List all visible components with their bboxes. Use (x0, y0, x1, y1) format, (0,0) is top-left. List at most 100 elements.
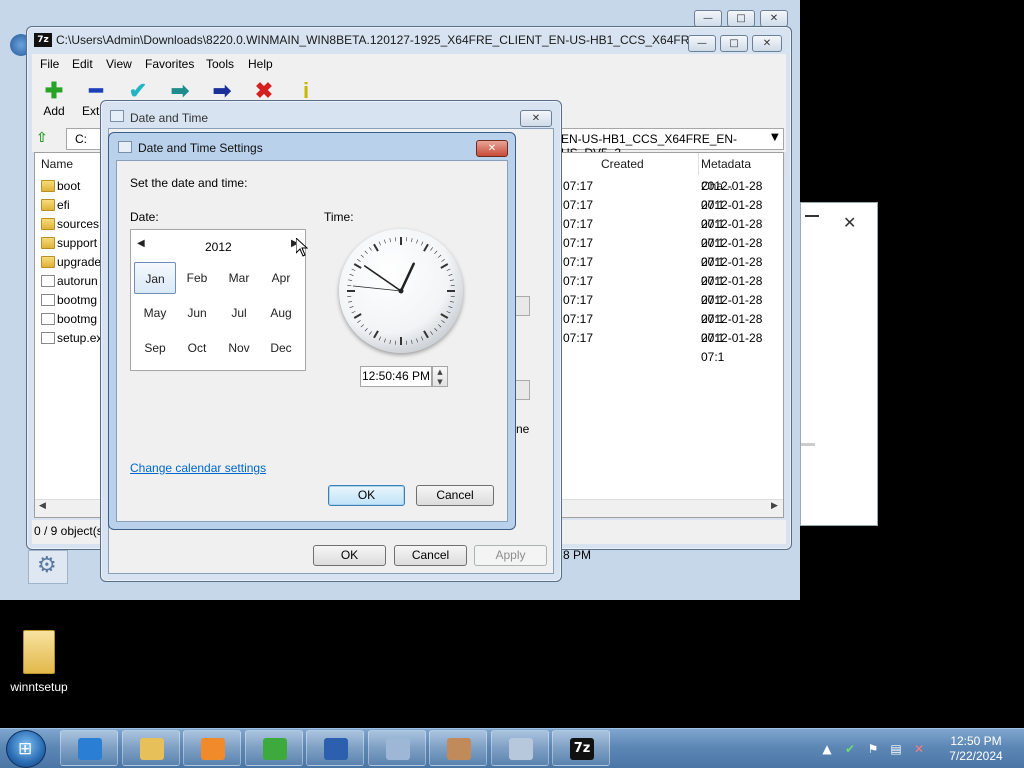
column-created[interactable]: Created (595, 153, 699, 175)
taskbar-calendar-tool[interactable] (490, 730, 549, 766)
taskbar-users-tool[interactable] (429, 730, 487, 766)
prev-year-icon[interactable]: ◀ (137, 238, 145, 249)
clock-minute-tick (369, 247, 372, 251)
month-dec[interactable]: Dec (260, 332, 302, 364)
menu-favorites[interactable]: Favorites (145, 57, 194, 71)
change-calendar-settings-link[interactable]: Change calendar settings (130, 461, 266, 475)
date-time-ok-button[interactable]: OK (313, 545, 386, 566)
menu-tools[interactable]: Tools (206, 57, 234, 71)
date-time-close-button[interactable]: ✕ (520, 110, 552, 127)
settings-dialog-title: Date and Time Settings (138, 141, 263, 155)
clock-minute-tick (364, 250, 368, 255)
7zip-maximize-button[interactable]: □ (720, 35, 748, 52)
clock-minute-tick (360, 254, 365, 258)
clock-minute-tick (448, 306, 453, 308)
menu-edit[interactable]: Edit (72, 57, 93, 71)
clock-minute-tick (389, 238, 391, 243)
month-jun[interactable]: Jun (176, 297, 218, 329)
month-nov[interactable]: Nov (218, 332, 260, 364)
settings-close-button[interactable]: ✕ (476, 140, 508, 157)
clock-minute-tick (357, 320, 361, 323)
calendar: ◀ 2012 ▶ Jan Feb Mar Apr May Jun Jul Aug Sep Oct N… (130, 229, 306, 371)
volume-muted-icon[interactable]: ✕ (912, 742, 926, 756)
menu-help[interactable]: Help (248, 57, 273, 71)
network-status-icon[interactable]: ✔ (843, 742, 857, 756)
partial-text: ne (516, 422, 530, 436)
taskbar-internet-explorer[interactable] (60, 730, 118, 766)
7zip-minimize-button[interactable]: — (688, 35, 716, 52)
month-jan[interactable]: Jan (134, 262, 176, 294)
month-feb[interactable]: Feb (176, 262, 218, 294)
tray-clock[interactable]: 12:50 PM 7/22/2024 (936, 734, 1016, 764)
bg-maximize-button[interactable]: □ (727, 10, 755, 27)
folder-icon (41, 256, 55, 268)
month-aug[interactable]: Aug (260, 297, 302, 329)
clock-hour-tick (373, 243, 379, 252)
month-oct[interactable]: Oct (176, 332, 218, 364)
taskbar-download-manager[interactable] (244, 730, 303, 766)
clock-minute-tick (434, 327, 438, 332)
desktop-icon-winntsetup[interactable]: winntsetup (8, 630, 70, 694)
month-jul[interactable]: Jul (218, 297, 260, 329)
clock-minute-tick (349, 306, 354, 308)
clock-minute-tick (437, 254, 442, 258)
menu-view[interactable]: View (106, 57, 132, 71)
bg-close-button[interactable]: ✕ (760, 10, 788, 27)
up-folder-icon[interactable]: ⇧ (36, 130, 54, 148)
file-created: 07:17 (563, 179, 594, 193)
file-name: efi (57, 198, 70, 212)
date-time-apply-button[interactable]: Apply (474, 545, 547, 566)
network-icon[interactable]: ▤ (889, 742, 903, 756)
close-icon[interactable]: ✕ (843, 213, 856, 232)
action-center-flag-icon[interactable]: ⚑ (866, 742, 880, 756)
spin-down-icon[interactable]: ▼ (433, 377, 447, 387)
start-button[interactable]: ⊞ (6, 730, 46, 768)
taskbar-disc-tool[interactable] (367, 730, 426, 766)
clock-minute-tick (437, 324, 442, 328)
column-metadata[interactable]: Metadata Cha... (695, 153, 785, 193)
clock-minute-tick (441, 259, 445, 262)
taskbar-media-player[interactable] (183, 730, 241, 766)
file-icon (41, 313, 55, 325)
spin-up-icon[interactable]: ▲ (433, 367, 447, 377)
month-may[interactable]: May (134, 297, 176, 329)
clock-minute-tick (378, 336, 381, 341)
file-created: 07:17 (563, 198, 594, 212)
time-input[interactable]: 12:50:46 PM (360, 366, 432, 387)
taskbar-windows-explorer[interactable] (121, 730, 180, 766)
month-sep[interactable]: Sep (134, 332, 176, 364)
clock-hour-hand (399, 262, 415, 293)
minimize-icon[interactable] (805, 215, 819, 217)
hidden-button-edge[interactable] (514, 296, 530, 316)
taskbar-package-tool[interactable] (306, 730, 364, 766)
scroll-left-icon[interactable]: ◀ (39, 501, 46, 511)
settings-ok-button[interactable]: OK (328, 485, 405, 506)
clock-minute-hand (363, 265, 402, 292)
time-spinner[interactable]: ▲ ▼ (432, 366, 448, 387)
clock-minute-tick (434, 250, 438, 255)
hidden-button-edge-2[interactable] (514, 380, 530, 400)
file-icon (41, 332, 55, 344)
show-hidden-icons-icon[interactable]: ▲ (820, 742, 834, 756)
date-time-cancel-button[interactable]: Cancel (394, 545, 467, 566)
add-button[interactable]: ✚ Add (34, 78, 74, 118)
file-icon (41, 275, 55, 287)
settings-cancel-button[interactable]: Cancel (416, 485, 494, 506)
scroll-right-icon[interactable]: ▶ (771, 501, 778, 511)
folder-icon (41, 180, 55, 192)
calendar-year[interactable]: 2012 (205, 240, 232, 254)
clock-minute-tick (348, 279, 353, 281)
month-apr[interactable]: Apr (260, 262, 302, 294)
taskbar-7zip[interactable]: 7z (552, 730, 610, 766)
month-mar[interactable]: Mar (218, 262, 260, 294)
windows-logo-icon: ⊞ (18, 739, 33, 759)
7zip-close-button[interactable]: ✕ (752, 35, 782, 52)
file-metadata: 2012-01-28 07:1 (701, 331, 763, 364)
file-name: upgrade (57, 255, 102, 269)
file-name: bootmg (57, 293, 98, 307)
clock-minute-tick (360, 324, 365, 328)
chevron-down-icon[interactable]: ▼ (771, 132, 779, 143)
clock-minute-tick (441, 320, 445, 323)
bg-minimize-button[interactable]: — (694, 10, 722, 27)
menu-file[interactable]: File (40, 57, 59, 71)
